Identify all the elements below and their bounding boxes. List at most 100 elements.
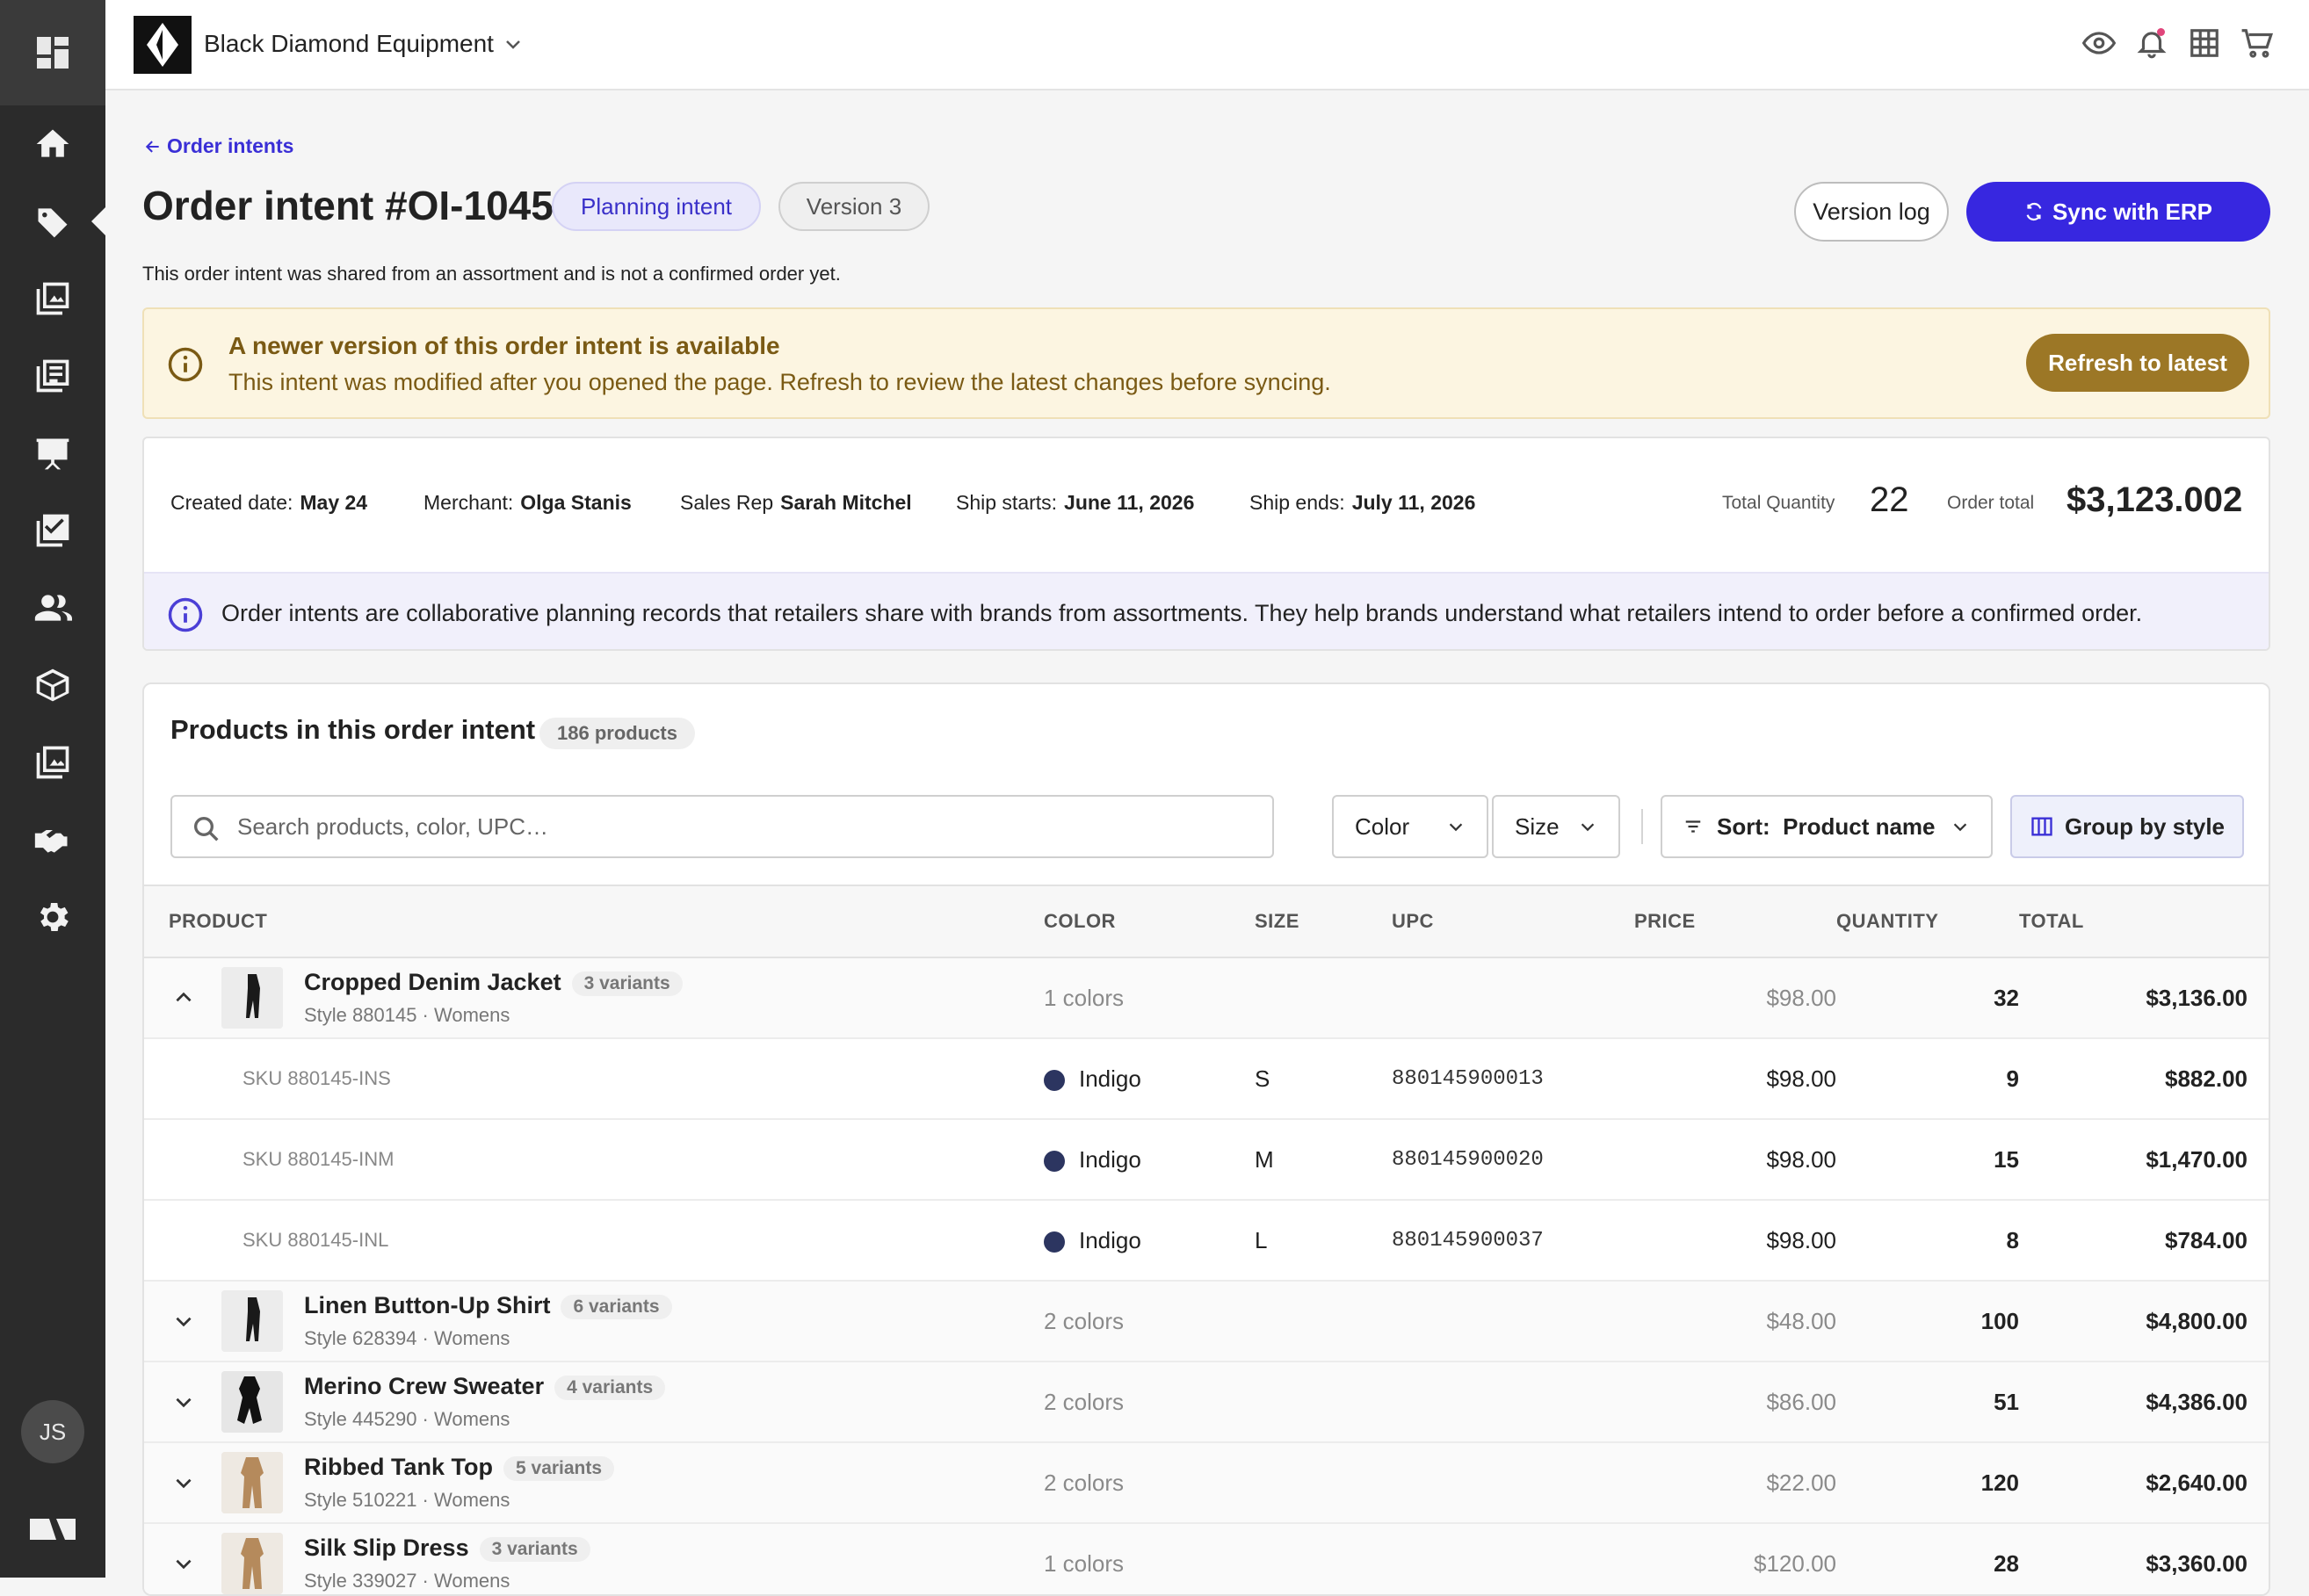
sidebar-item-products[interactable] [0,186,105,256]
table-row[interactable]: Silk Slip Dress 3 variants Style 339027 ·… [144,1523,2269,1594]
product-search[interactable] [170,795,1274,858]
table-row[interactable]: Ribbed Tank Top 5 variants Style 510221 ·… [144,1442,2269,1524]
color-count: 1 colors [1044,957,1255,1039]
sku-upc: 880145900020 [1392,1119,1634,1201]
sort-prefix: Sort: [1717,812,1770,840]
sidebar-item-settings[interactable] [0,882,105,952]
sidebar-item-presentations[interactable] [0,418,105,488]
column-header-quantity[interactable]: QUANTITY [1836,885,2019,958]
sku-quantity: 9 [1836,1038,2019,1120]
sku-total: $1,470.00 [2019,1119,2269,1201]
group-by-style-button[interactable]: Group by style [2010,795,2244,858]
sales-rep: Sales Rep Sarah Mitchel [680,491,912,515]
chevron-down-icon[interactable] [172,1471,195,1494]
size-filter-label: Size [1515,812,1560,840]
refresh-latest-button[interactable]: Refresh to latest [2026,334,2249,392]
sidebar-item-media[interactable] [0,727,105,798]
chevron-down-icon[interactable] [172,1552,195,1575]
column-header-size[interactable]: SIZE [1255,885,1392,958]
product-name-wrap: Cropped Denim Jacket 3 variants [304,969,683,996]
sidebar-item-documents[interactable] [0,341,105,411]
sidebar-item-catalog[interactable] [0,264,105,334]
group-by-label: Group by style [2064,812,2226,840]
shipend-label: Ship ends: [1249,491,1345,514]
sku-total: $784.00 [2019,1200,2269,1282]
columns-icon [2031,817,2052,836]
product-name: Linen Button-Up Shirt [304,1292,551,1318]
ship-starts: Ship starts: June 11, 2026 [956,491,1194,515]
version-log-button[interactable]: Version log [1794,182,1949,242]
sku-row[interactable]: SKU 880145-INS Indigo S 880145900013 $98… [144,1038,2269,1120]
product-name-wrap: Silk Slip Dress 3 variants [304,1535,590,1562]
color-swatch [1044,1150,1065,1172]
column-header-total[interactable]: TOTAL [2019,885,2269,958]
newer-version-banner: A newer version of this order intent is … [142,307,2270,419]
table-row[interactable]: Merino Crew Sweater 4 variants Style 4452… [144,1361,2269,1443]
quantity: 120 [1836,1442,2019,1524]
toolbar-divider [1641,809,1643,844]
product-style: Style 880145 · Womens [304,1004,510,1026]
size-filter-dropdown[interactable]: Size [1492,795,1620,858]
chevron-down-icon[interactable] [172,1310,195,1332]
sidebar-item-partners[interactable] [0,805,105,875]
quantity: 51 [1836,1361,2019,1443]
variants-badge: 6 variants [561,1294,672,1319]
preview-button[interactable] [2081,26,2117,60]
total: $2,640.00 [2019,1442,2269,1524]
salesrep-value: Sarah Mitchel [780,491,912,514]
brand-name[interactable]: Black Diamond Equipment [204,30,494,58]
presentation-icon [36,438,69,470]
sku-row[interactable]: SKU 880145-INM Indigo M 880145900020 $98… [144,1119,2269,1201]
banner-text: This intent was modified after you opene… [228,369,1331,395]
sort-dropdown[interactable]: Sort: Product name [1661,795,1993,858]
sku-row[interactable]: SKU 880145-INL Indigo L 880145900037 $98… [144,1200,2269,1282]
brand-logo[interactable] [134,16,192,74]
column-header-color[interactable]: COLOR [1044,885,1255,958]
total: $4,800.00 [2019,1281,2269,1362]
chevron-down-icon[interactable] [172,1390,195,1413]
chevron-up-icon[interactable] [172,986,195,1009]
brand-mark-icon [30,1519,76,1540]
product-style: Style 510221 · Womens [304,1489,510,1511]
product-thumbnail [221,1371,283,1433]
salesrep-label: Sales Rep [680,491,774,514]
cart-button[interactable] [2240,26,2274,60]
chevron-down-icon[interactable] [503,33,524,54]
created-date: Created date: May 24 [170,491,367,515]
product-name-wrap: Ribbed Tank Top 5 variants [304,1454,615,1481]
products-count-badge: 186 products [539,718,695,749]
avatar-initials: JS [39,1418,67,1445]
planning-intent-badge: Planning intent [552,182,761,231]
sidebar-item-home[interactable] [0,109,105,179]
table-row[interactable]: Linen Button-Up Shirt 6 variants Style 62… [144,1281,2269,1362]
column-header-price[interactable]: PRICE [1634,885,1836,958]
column-header-product[interactable]: PRODUCT [144,885,1044,958]
sku-color: Indigo [1079,1145,1141,1173]
grid-view-button[interactable] [2188,26,2221,60]
box-icon [36,668,69,702]
variants-badge: 3 variants [571,971,683,996]
products-card: Products in this order intent 186 produc… [142,682,2270,1596]
total: $3,136.00 [2019,957,2269,1039]
sku-quantity: 15 [1836,1119,2019,1201]
sidebar-item-tasks[interactable] [0,495,105,566]
app-switcher-icon[interactable] [0,0,105,105]
notifications-button[interactable] [2135,26,2168,60]
sku-size: L [1255,1200,1392,1282]
catalog-icon [36,282,69,315]
product-name: Ribbed Tank Top [304,1454,493,1480]
sidebar-item-inventory[interactable] [0,650,105,720]
search-input[interactable] [235,809,1246,844]
avatar[interactable]: JS [21,1400,84,1463]
total: $4,386.00 [2019,1361,2269,1443]
column-header-upc[interactable]: UPC [1392,885,1634,958]
merchant: Merchant: Olga Stanis [423,491,632,515]
sync-erp-button[interactable]: Sync with ERP [1966,182,2270,242]
back-link[interactable]: Order intents [144,134,293,158]
table-row[interactable]: Cropped Denim Jacket 3 variants Style 880… [144,957,2269,1039]
sidebar-item-users[interactable] [0,573,105,643]
info-circle-icon [168,347,203,382]
color-filter-dropdown[interactable]: Color [1332,795,1488,858]
chevron-down-icon [1953,823,1967,832]
quantity: 32 [1836,957,2019,1039]
